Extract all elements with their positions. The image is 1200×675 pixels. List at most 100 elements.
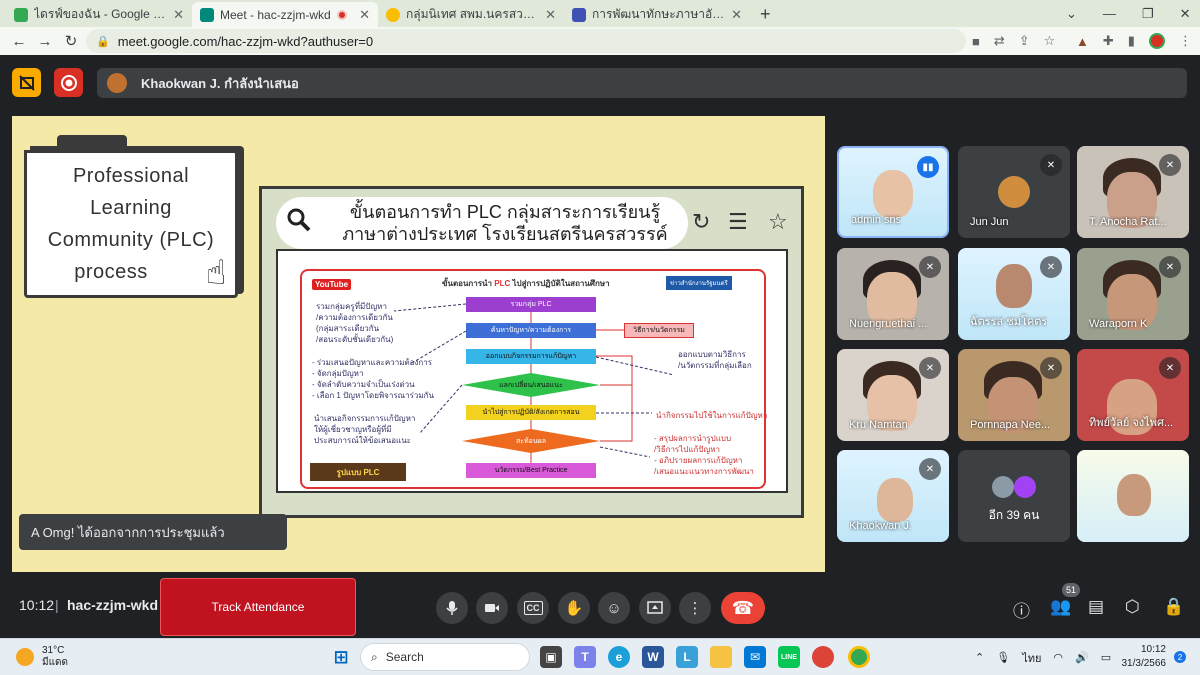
taskbar-clock[interactable]: 10:12 31/3/2566 — [1122, 643, 1167, 671]
puzzle-icon[interactable]: ✚ — [1103, 33, 1114, 49]
tab-drive[interactable]: ไดรฟ์ของฉัน - Google ไดรฟ์ ✕ — [6, 2, 192, 27]
close-icon[interactable]: ✕ — [359, 7, 370, 23]
new-tab-button[interactable]: + — [750, 2, 781, 27]
chat-icon[interactable]: ▤ — [1088, 597, 1104, 617]
profile-avatar[interactable] — [1148, 33, 1165, 49]
chrome-icon[interactable] — [812, 646, 834, 668]
close-icon[interactable]: ✕ — [173, 7, 184, 23]
host-controls-icon[interactable]: 🔒 — [1163, 597, 1184, 617]
meeting-code: hac-zzjm-wkd — [67, 597, 159, 613]
close-icon[interactable]: ✕ — [545, 7, 556, 23]
taskbar-search[interactable]: ⌕ Search — [360, 643, 530, 671]
mic-off-icon: ✕ — [1159, 357, 1181, 379]
meet-icon — [200, 7, 214, 22]
back-icon[interactable]: ← — [6, 33, 32, 50]
drive-icon — [14, 7, 28, 22]
mic-off-icon: ✕ — [1159, 154, 1181, 176]
translate-icon[interactable]: ⇄ — [994, 33, 1005, 49]
tab-title: การพัฒนาทักษะภาษาอังกฤษ English — [592, 7, 728, 21]
participant-tile[interactable]: ✕ Waraporn K — [1077, 248, 1189, 340]
address-bar[interactable]: 🔒 meet.google.com/hac-zzjm-wkd?authuser=… — [86, 29, 966, 53]
sidepanel-icon[interactable]: ▮ — [1128, 33, 1135, 49]
participant-name: Waraporn K — [1089, 318, 1148, 330]
title-line: process — [74, 261, 148, 283]
mic-off-icon: ✕ — [1040, 154, 1062, 176]
track-attendance-button[interactable]: Track Attendance — [160, 578, 356, 636]
minimize-icon[interactable]: — — [1103, 6, 1116, 21]
extensions: ▲ ✚ ▮ ⋮ — [1076, 27, 1192, 55]
tab-english[interactable]: การพัฒนาทักษะภาษาอังกฤษ English ✕ — [564, 2, 750, 27]
title-line: Community (PLC) — [47, 229, 215, 251]
menu-dots-icon[interactable]: ⋮ — [1179, 33, 1192, 49]
participant-video — [873, 170, 913, 218]
forward-icon[interactable]: → — [32, 33, 58, 50]
refresh-icon: ↻ — [692, 209, 711, 234]
raise-hand-button[interactable]: ✋ — [558, 592, 590, 624]
participant-tile[interactable]: ✕ Nuengruethai ... — [837, 248, 949, 340]
people-icon[interactable]: 👥 — [1050, 597, 1071, 617]
participant-tile[interactable]: ✕ Pornnapa Nee... — [958, 349, 1070, 441]
speaker-icon[interactable]: 🔊 — [1075, 651, 1089, 664]
end-call-button[interactable]: ☎ — [721, 592, 765, 624]
participant-name: Khaokwan J. — [849, 520, 912, 532]
chrome-active-icon[interactable] — [848, 646, 870, 668]
plc-infographic: YouTube ขั้นตอนการนำ PLC ไปสู่การปฏิบัติ… — [276, 249, 788, 493]
participant-tile[interactable]: ✕ ฉัตรรส ชมโคตร — [958, 248, 1070, 340]
line-icon[interactable]: LINE — [778, 646, 800, 668]
restore-icon[interactable]: ❐ — [1142, 6, 1154, 22]
more-vert-icon: ⋮ — [687, 600, 703, 617]
chevron-up-icon[interactable]: ⌃ — [975, 651, 984, 664]
captions-button[interactable]: CC — [517, 592, 549, 624]
camera-button[interactable] — [476, 592, 508, 624]
participant-video — [877, 478, 913, 522]
wifi-icon[interactable]: ◠ — [1053, 651, 1063, 664]
reload-icon[interactable]: ↻ — [58, 32, 84, 50]
present-button[interactable] — [639, 592, 671, 624]
participant-tile[interactable]: ✕ Kru Namtan — [837, 349, 949, 441]
participant-tile[interactable]: ✕ Khaokwan J. — [837, 450, 949, 542]
activities-icon[interactable]: ⬡ — [1125, 597, 1140, 617]
participant-tile[interactable]: ✕ ทิพย์วัลย์ จงไพศ... — [1077, 349, 1189, 441]
battery-icon[interactable]: ▭ — [1101, 651, 1111, 664]
pointer-hand-icon: ☝ — [205, 254, 227, 292]
close-icon[interactable]: ✕ — [731, 7, 742, 23]
presenter-label: Khaokwan J. กำลังนำเสนอ — [141, 75, 299, 91]
tab-nithet[interactable]: กลุ่มนิเทศ สพม.นครสวรรค์ ✕ — [378, 2, 564, 27]
tab-meet[interactable]: Meet - hac-zzjm-wkd ✕ — [192, 2, 378, 27]
others-tile[interactable]: อีก 39 คน — [958, 450, 1070, 542]
word-icon[interactable]: W — [642, 646, 664, 668]
present-screen-icon — [647, 601, 663, 614]
tab-search-icon[interactable]: ⌄ — [1066, 6, 1077, 22]
recording-button[interactable] — [54, 68, 83, 97]
participant-name: Pornnapa Nee... — [970, 419, 1051, 431]
mic-tray-icon[interactable]: 🎙 — [996, 651, 1010, 664]
edge-icon[interactable]: e — [608, 646, 630, 668]
camera-icon[interactable]: ■ — [972, 34, 980, 49]
participant-tile[interactable]: ▮▮ admin sns — [837, 146, 949, 238]
close-window-icon[interactable]: ✕ — [1180, 6, 1191, 22]
task-view-icon[interactable]: ▣ — [540, 646, 562, 668]
meeting-info-icon[interactable]: ⓘ — [1013, 597, 1030, 622]
mail-icon[interactable]: ✉ — [744, 646, 766, 668]
share-icon[interactable]: ⇪ — [1019, 33, 1030, 49]
notification-badge[interactable]: 2 — [1174, 651, 1186, 663]
extension-icon[interactable]: ▲ — [1076, 34, 1089, 49]
participant-tile[interactable]: ✕ Jun Jun — [958, 146, 1070, 238]
self-view-tile[interactable] — [1077, 450, 1189, 542]
teams-icon[interactable]: T — [574, 646, 596, 668]
browser-tab-strip: ไดรฟ์ของฉัน - Google ไดรฟ์ ✕ Meet - hac-… — [0, 0, 1200, 27]
app-l-icon[interactable]: L — [676, 646, 698, 668]
weather-widget[interactable]: 31°C มีแดด — [16, 645, 68, 669]
file-explorer-icon[interactable] — [710, 646, 732, 668]
participant-tile[interactable]: ✕ T. Anocha Rat... — [1077, 146, 1189, 238]
mic-button[interactable] — [436, 592, 468, 624]
reactions-button[interactable]: ☺ — [598, 592, 630, 624]
more-options-button[interactable]: ⋮ — [679, 592, 711, 624]
system-tray: ⌃ 🎙 ไทย ◠ 🔊 ▭ — [975, 639, 1111, 675]
pin-layout-button[interactable] — [12, 68, 41, 97]
start-button[interactable]: ⊞ — [330, 646, 352, 668]
slide-title-card: Professional Learning Community (PLC) pr… — [24, 135, 238, 298]
search-line: ขั้นตอนการทำ PLC กลุ่มสาระการเรียนรู้ — [349, 202, 661, 222]
input-language[interactable]: ไทย — [1022, 649, 1041, 667]
bookmark-star-icon[interactable]: ☆ — [1044, 33, 1056, 49]
